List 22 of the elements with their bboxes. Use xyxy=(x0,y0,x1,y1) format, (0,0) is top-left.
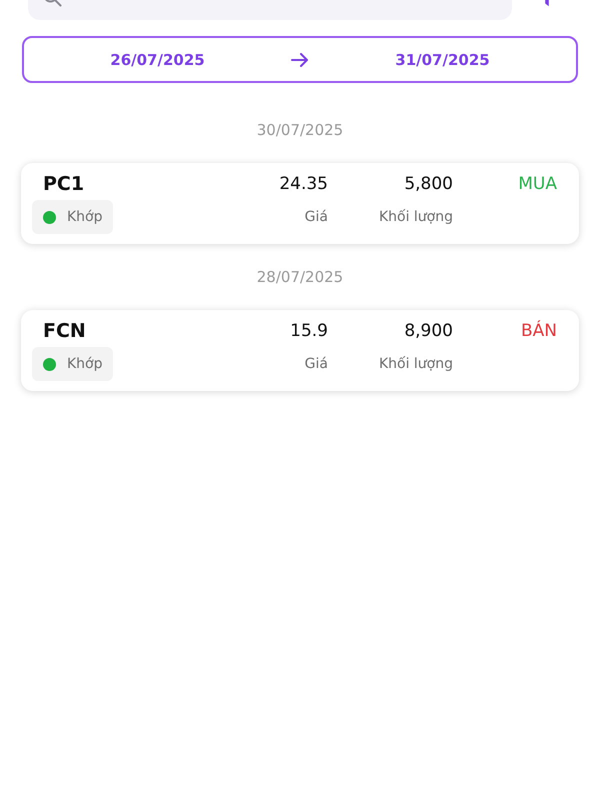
stock-symbol: FCN xyxy=(42,320,86,342)
order-card[interactable]: FCN 15.9 8,900 BÁN Khớp Giá Khối lượng xyxy=(21,310,579,391)
stock-symbol: PC1 xyxy=(42,173,84,195)
status-label: Khớp xyxy=(67,356,103,372)
price-value: 24.35 xyxy=(279,174,328,194)
date-heading: 28/07/2025 xyxy=(256,267,344,287)
end-date[interactable]: 31/07/2025 xyxy=(395,50,490,68)
price-label: Giá xyxy=(304,209,328,225)
order-side: BÁN xyxy=(520,321,557,341)
volume-label: Khối lượng xyxy=(378,209,453,225)
order-card[interactable]: PC1 24.35 5,800 MUA Khớp Giá Khối lượng xyxy=(21,163,579,244)
price-value: 15.9 xyxy=(290,321,328,341)
date-heading: 30/07/2025 xyxy=(256,120,344,140)
start-date[interactable]: 26/07/2025 xyxy=(110,50,205,68)
volume-value: 5,800 xyxy=(404,174,453,194)
arrow-right-icon xyxy=(291,52,309,66)
volume-value: 8,900 xyxy=(404,321,453,341)
order-side: MUA xyxy=(518,174,557,194)
price-label: Giá xyxy=(304,356,328,372)
volume-label: Khối lượng xyxy=(378,356,453,372)
status-label: Khớp xyxy=(67,209,103,225)
date-range-field[interactable]: 26/07/2025 31/07/2025 xyxy=(22,36,578,83)
